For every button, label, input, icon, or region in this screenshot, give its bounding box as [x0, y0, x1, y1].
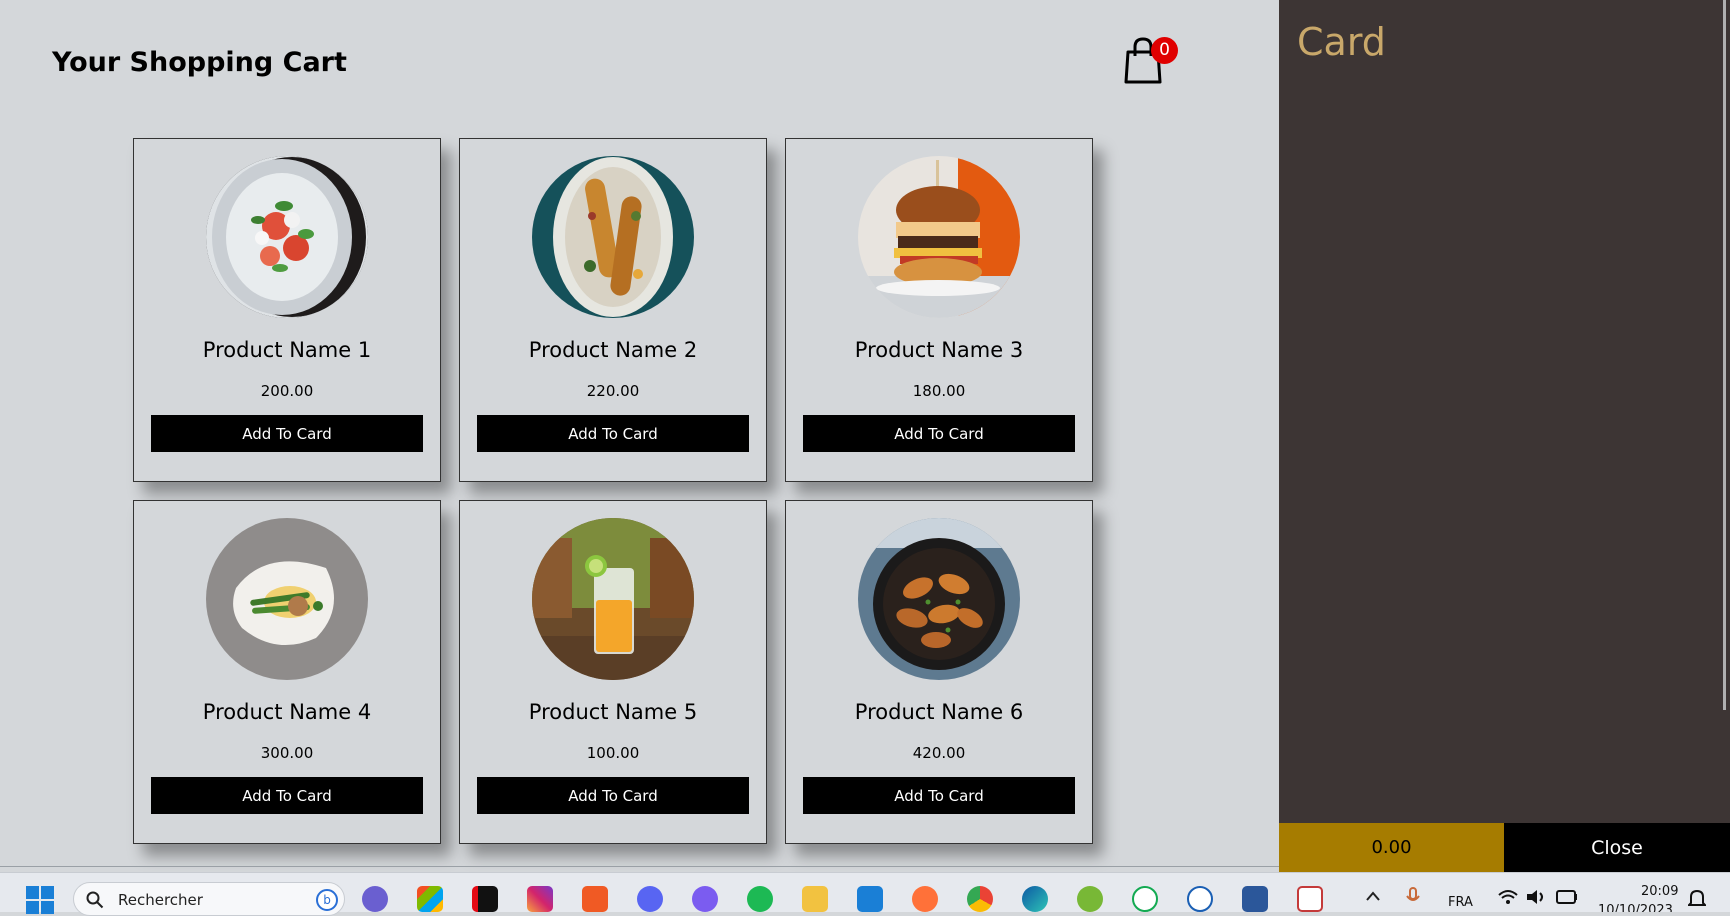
language-indicator[interactable]: FRA — [1448, 895, 1473, 910]
add-to-card-button[interactable]: Add To Card — [803, 777, 1075, 814]
side-panel-title: Card — [1297, 20, 1386, 64]
netflix-icon[interactable] — [472, 886, 498, 912]
add-to-card-button[interactable]: Add To Card — [803, 415, 1075, 452]
word-icon[interactable] — [1242, 886, 1268, 912]
meet-app-icon[interactable] — [362, 886, 388, 912]
clock-time[interactable]: 20:09 — [1641, 884, 1678, 899]
product-price: 100.00 — [586, 744, 640, 762]
windows-start-icon[interactable] — [26, 886, 54, 914]
brave-icon[interactable] — [582, 886, 608, 912]
utorrent-icon[interactable] — [1077, 886, 1103, 912]
product-name: Product Name 5 — [528, 700, 698, 724]
cart-count-badge: 0 — [1151, 37, 1178, 64]
page-title: Your Shopping Cart — [52, 47, 347, 78]
discord-icon[interactable] — [637, 886, 663, 912]
battery-icon[interactable] — [1556, 890, 1578, 904]
add-to-card-button[interactable]: Add To Card — [477, 777, 749, 814]
side-cart-panel: Card 0.00 Close — [1279, 0, 1730, 872]
product-price: 420.00 — [912, 744, 966, 762]
svg-text:b: b — [323, 893, 331, 907]
volume-icon[interactable] — [1526, 889, 1546, 905]
product-image — [206, 518, 368, 680]
cart-total: 0.00 — [1279, 823, 1504, 872]
product-name: Product Name 1 — [202, 338, 372, 362]
notification-bell-icon[interactable] — [1688, 889, 1706, 909]
product-card: Product Name 3 180.00 Add To Card — [785, 138, 1093, 482]
product-name: Product Name 4 — [202, 700, 372, 724]
messenger-icon[interactable] — [692, 886, 718, 912]
spotify-icon[interactable] — [747, 886, 773, 912]
microphone-icon[interactable] — [1406, 887, 1420, 907]
scrollbar[interactable] — [1723, 0, 1726, 710]
product-card: Product Name 5 100.00 Add To Card — [459, 500, 767, 844]
file-explorer-icon[interactable] — [802, 886, 828, 912]
store-app-icon[interactable] — [417, 886, 443, 912]
product-name: Product Name 3 — [854, 338, 1024, 362]
product-image — [858, 518, 1020, 680]
firefox-icon[interactable] — [912, 886, 938, 912]
product-card: Product Name 2 220.00 Add To Card — [459, 138, 767, 482]
close-button[interactable]: Close — [1504, 823, 1730, 872]
app-w-icon[interactable] — [1187, 886, 1213, 912]
chevron-up-icon[interactable] — [1366, 891, 1380, 901]
add-to-card-button[interactable]: Add To Card — [151, 777, 423, 814]
search-icon — [86, 891, 104, 909]
product-price: 300.00 — [260, 744, 314, 762]
chrome-icon[interactable] — [967, 886, 993, 912]
taskbar: Rechercher b FRA 20:09 10/10/2023 — [0, 872, 1730, 916]
add-to-card-button[interactable]: Add To Card — [151, 415, 423, 452]
add-to-card-button[interactable]: Add To Card — [477, 415, 749, 452]
product-price: 200.00 — [260, 382, 314, 400]
product-card: Product Name 6 420.00 Add To Card — [785, 500, 1093, 844]
product-image — [532, 156, 694, 318]
product-price: 220.00 — [586, 382, 640, 400]
edge-icon[interactable] — [1022, 886, 1048, 912]
product-price: 180.00 — [912, 382, 966, 400]
search-placeholder: Rechercher — [118, 891, 203, 909]
vscode-icon[interactable] — [857, 886, 883, 912]
product-grid: Product Name 1 200.00 Add To Card Produc… — [133, 138, 1093, 844]
product-image — [532, 518, 694, 680]
wifi-icon[interactable] — [1498, 889, 1518, 905]
bing-icon: b — [316, 889, 338, 911]
instagram-icon[interactable] — [527, 886, 553, 912]
product-name: Product Name 2 — [528, 338, 698, 362]
product-card: Product Name 1 200.00 Add To Card — [133, 138, 441, 482]
snipping-tool-icon[interactable] — [1297, 886, 1323, 912]
product-image — [206, 156, 368, 318]
product-card: Product Name 4 300.00 Add To Card — [133, 500, 441, 844]
product-name: Product Name 6 — [854, 700, 1024, 724]
product-image — [858, 156, 1020, 318]
mongodb-icon[interactable] — [1132, 886, 1158, 912]
